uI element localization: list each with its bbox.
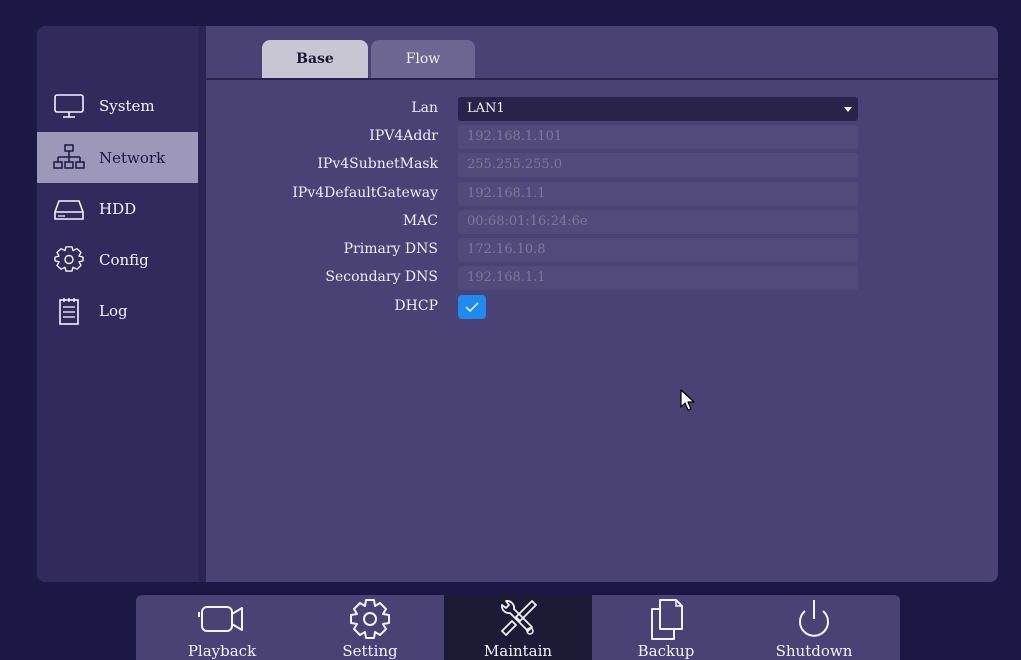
taskbar-label: Maintain bbox=[483, 642, 553, 660]
ipv4addr-label: IPV4Addr bbox=[369, 128, 438, 144]
mouse-cursor-icon bbox=[680, 389, 695, 411]
sidebar-item-network[interactable]: Network bbox=[37, 132, 198, 183]
row-lan: Lan LAN1 bbox=[206, 97, 998, 121]
dhcp-label: DHCP bbox=[394, 298, 438, 314]
row-gateway: IPv4DefaultGateway 192.168.1.1 bbox=[206, 182, 998, 206]
taskbar: Playback Setting Maintain Backup Shutdow… bbox=[136, 595, 900, 660]
gateway-field[interactable]: 192.168.1.1 bbox=[458, 182, 858, 206]
taskbar-label: Playback bbox=[187, 642, 257, 660]
dhcp-checkbox[interactable] bbox=[458, 295, 486, 319]
tab-divider bbox=[206, 78, 998, 80]
taskbar-label: Setting bbox=[342, 642, 398, 660]
row-secondary-dns: Secondary DNS 192.168.1.1 bbox=[206, 266, 998, 290]
sidebar-item-label: HDD bbox=[99, 199, 137, 218]
sidebar-item-system[interactable]: System bbox=[37, 80, 198, 131]
taskbar-playback-button[interactable]: Playback bbox=[148, 595, 296, 660]
secondary-dns-label: Secondary DNS bbox=[325, 269, 438, 285]
camera-icon bbox=[198, 606, 243, 632]
row-primary-dns: Primary DNS 172.16.10.8 bbox=[206, 238, 998, 262]
gear-icon bbox=[350, 599, 390, 639]
taskbar-backup-button[interactable]: Backup bbox=[592, 595, 740, 660]
taskbar-setting-button[interactable]: Setting bbox=[296, 595, 444, 660]
taskbar-label: Shutdown bbox=[775, 642, 853, 660]
lan-label: Lan bbox=[411, 100, 438, 116]
settings-window: System Network HDD Config Log Base Flow … bbox=[37, 26, 998, 582]
sidebar-item-hdd[interactable]: HDD bbox=[37, 183, 198, 234]
subnet-field[interactable]: 255.255.255.0 bbox=[458, 153, 858, 177]
log-icon bbox=[59, 297, 79, 325]
network-icon bbox=[53, 143, 85, 169]
secondary-dns-field[interactable]: 192.168.1.1 bbox=[458, 266, 858, 290]
network-panel: Base Flow Lan LAN1 IPV4Addr 192.168.1.10… bbox=[206, 26, 998, 582]
sidebar-item-label: Config bbox=[99, 250, 149, 269]
copy-icon bbox=[651, 599, 683, 640]
hdd-icon bbox=[54, 199, 84, 220]
power-icon bbox=[799, 600, 829, 637]
sidebar-item-label: System bbox=[99, 96, 155, 115]
checkmark-icon bbox=[465, 302, 479, 313]
primary-dns-field[interactable]: 172.16.10.8 bbox=[458, 238, 858, 262]
lan-select[interactable]: LAN1 bbox=[458, 97, 858, 121]
sidebar-item-label: Network bbox=[99, 148, 166, 167]
subnet-label: IPv4SubnetMask bbox=[317, 156, 438, 172]
sidebar-item-log[interactable]: Log bbox=[37, 285, 198, 336]
row-subnet: IPv4SubnetMask 255.255.255.0 bbox=[206, 153, 998, 177]
primary-dns-label: Primary DNS bbox=[343, 241, 438, 257]
tab-base[interactable]: Base bbox=[262, 40, 368, 78]
ipv4addr-field[interactable]: 192.168.1.101 bbox=[458, 125, 858, 149]
gateway-label: IPv4DefaultGateway bbox=[292, 185, 438, 201]
lan-value: LAN1 bbox=[467, 101, 505, 116]
sidebar-item-label: Log bbox=[99, 301, 128, 320]
chevron-down-icon bbox=[844, 107, 852, 112]
gear-icon bbox=[54, 245, 84, 272]
tab-bar: Base Flow bbox=[206, 26, 998, 80]
sidebar-item-config[interactable]: Config bbox=[37, 234, 198, 285]
monitor-icon bbox=[54, 93, 84, 118]
taskbar-maintain-button[interactable]: Maintain bbox=[444, 595, 592, 660]
tab-flow[interactable]: Flow bbox=[371, 40, 475, 78]
row-ipv4addr: IPV4Addr 192.168.1.101 bbox=[206, 125, 998, 149]
taskbar-shutdown-button[interactable]: Shutdown bbox=[740, 595, 888, 660]
row-dhcp: DHCP bbox=[206, 295, 998, 319]
sidebar: System Network HDD Config Log bbox=[37, 26, 198, 582]
tools-icon bbox=[501, 600, 537, 636]
mac-field[interactable]: 00:68:01:16:24:6e bbox=[458, 210, 858, 234]
taskbar-label: Backup bbox=[637, 642, 695, 660]
row-mac: MAC 00:68:01:16:24:6e bbox=[206, 210, 998, 234]
mac-label: MAC bbox=[402, 213, 438, 229]
